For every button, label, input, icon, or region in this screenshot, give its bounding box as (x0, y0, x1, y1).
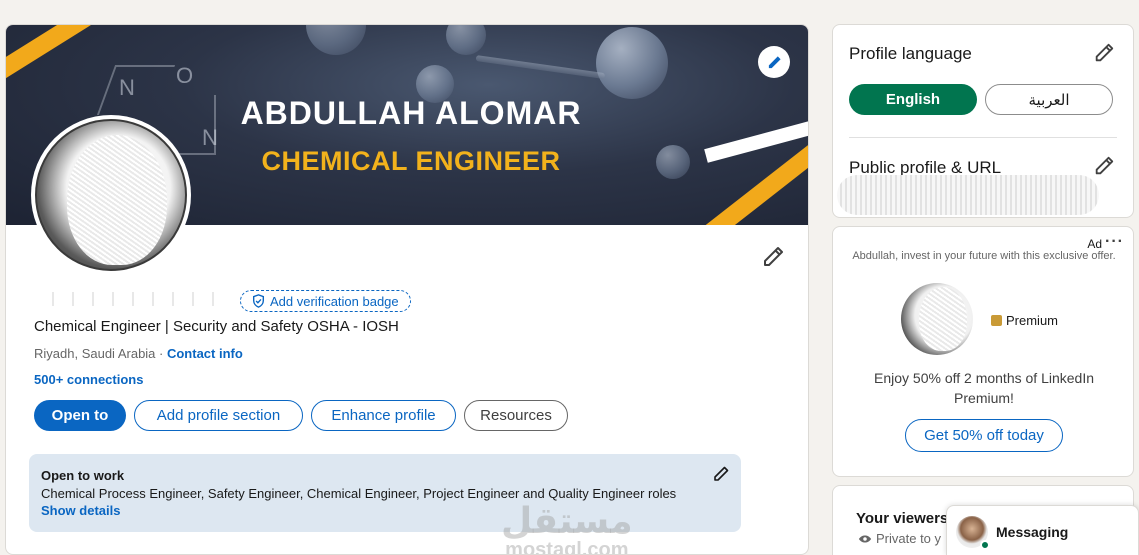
viewers-subtitle: Private to y (858, 531, 941, 546)
language-english-button[interactable]: English (849, 84, 977, 115)
shield-check-icon (252, 294, 265, 308)
avatar-image (35, 119, 187, 271)
edit-banner-button[interactable] (758, 46, 790, 78)
pencil-icon (714, 466, 729, 481)
chem-letter: N (119, 75, 135, 100)
language-arabic-button[interactable]: العربية (985, 84, 1113, 115)
premium-label: Premium (1006, 313, 1059, 328)
open-to-work-roles: Chemical Process Engineer, Safety Engine… (41, 486, 677, 501)
pencil-icon (1095, 156, 1114, 175)
profile-name-redacted (34, 292, 230, 306)
add-profile-section-button[interactable]: Add profile section (134, 400, 303, 431)
premium-icon (991, 315, 1002, 326)
premium-badge: Premium (991, 313, 1058, 328)
divider (849, 137, 1117, 138)
profile-location: Riyadh, Saudi Arabia · Contact info (34, 346, 243, 361)
profile-headline: Chemical Engineer | Security and Safety … (34, 318, 399, 335)
watermark-latin: mostaql.com (505, 539, 629, 555)
connections-link[interactable]: 500+ connections (34, 372, 143, 387)
banner-name: ABDULLAH ALOMAR (240, 95, 582, 131)
chem-letter: O (176, 63, 194, 88)
banner-text: ABDULLAH ALOMAR CHEMICAL ENGINEER (196, 25, 626, 225)
pencil-icon (768, 55, 781, 68)
ad-avatar (901, 283, 973, 355)
molecule-sphere (656, 145, 690, 179)
enhance-profile-button[interactable]: Enhance profile (311, 400, 456, 431)
ad-message: Abdullah, invest in your future with thi… (852, 250, 1116, 262)
profile-language-title: Profile language (849, 44, 972, 63)
chem-structure-line (96, 65, 176, 115)
profile-card: N O N ABDULLAH ALOMAR CHEMICAL ENGINEER … (5, 24, 809, 555)
avatar-redaction (67, 135, 167, 265)
ad-offer-text: Enjoy 50% off 2 months of LinkedIn Premi… (874, 370, 1094, 406)
edit-public-url-button[interactable] (1093, 155, 1115, 177)
add-verification-badge-button[interactable]: Add verification badge (240, 290, 411, 312)
profile-photo[interactable] (31, 115, 191, 275)
eye-icon (858, 535, 872, 542)
banner-stripe (6, 25, 118, 88)
verification-badge-label: Add verification badge (270, 293, 399, 309)
viewers-privacy-text: Private to y (876, 531, 942, 546)
messaging-bar[interactable]: Messaging (946, 505, 1139, 555)
open-to-work-card: Open to work Chemical Process Engineer, … (29, 454, 741, 532)
viewers-title: Your viewers (856, 510, 949, 527)
edit-language-button[interactable] (1093, 42, 1115, 64)
open-to-work-title: Open to work (41, 468, 125, 483)
public-url-redacted (837, 175, 1099, 215)
watermark: مستقل mostaql.com (501, 501, 633, 555)
messaging-label: Messaging (996, 524, 1069, 540)
premium-ad-card: Ad ··· Abdullah, invest in your future w… (832, 226, 1134, 477)
resources-button[interactable]: Resources (464, 400, 568, 431)
pencil-icon (764, 247, 783, 266)
location-text: Riyadh, Saudi Arabia · (34, 346, 167, 361)
avatar-redaction (919, 287, 967, 351)
watermark-arabic: مستقل (501, 501, 633, 542)
open-to-button[interactable]: Open to (34, 400, 126, 431)
edit-open-to-work-button[interactable] (713, 466, 731, 484)
profile-language-card: Profile language English العربية Public … (832, 24, 1134, 218)
banner-title: CHEMICAL ENGINEER (261, 146, 561, 176)
contact-info-link[interactable]: Contact info (167, 346, 243, 361)
edit-intro-button[interactable] (761, 245, 789, 273)
online-status-dot (980, 540, 990, 550)
pencil-icon (1095, 43, 1114, 62)
get-offer-button[interactable]: Get 50% off today (905, 419, 1063, 452)
